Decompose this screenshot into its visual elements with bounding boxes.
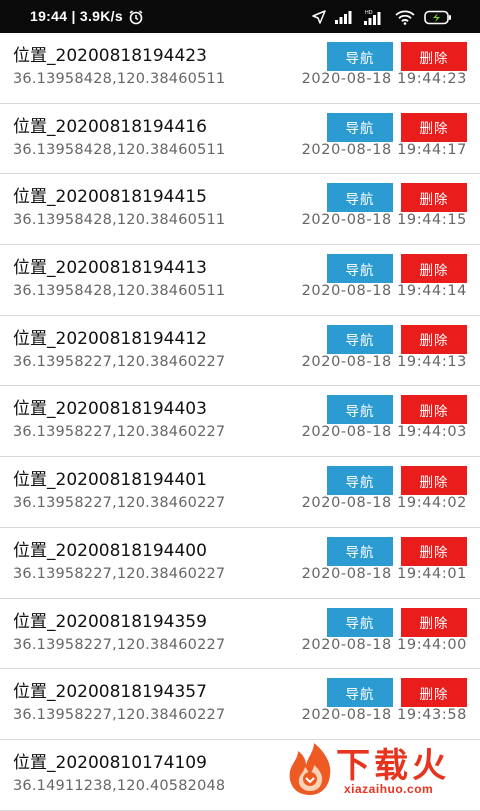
location-coordinates: 36.13958428,120.38460511 <box>13 141 226 158</box>
list-item[interactable]: 位置_20200818194412 36.13958227,120.3846022… <box>0 316 480 387</box>
alarm-icon <box>128 9 144 25</box>
signal-hd-icon: HD <box>364 9 386 25</box>
location-name: 位置_20200818194403 <box>13 399 207 420</box>
navigate-button[interactable]: 导航 <box>327 678 393 708</box>
list-item[interactable]: 位置_20200818194423 36.13958428,120.3846051… <box>0 33 480 104</box>
list-item[interactable]: 位置_20200818194401 36.13958227,120.3846022… <box>0 457 480 528</box>
location-coordinates: 36.13958227,120.38460227 <box>13 424 226 441</box>
location-timestamp: 2020-08-18 19:44:03 <box>301 424 467 441</box>
location-name: 位置_20200818194400 <box>13 540 207 561</box>
status-time-speed: 19:44 | 3.9K/s <box>30 8 123 24</box>
status-bar: 19:44 | 3.9K/s HD <box>0 0 480 33</box>
navigate-button[interactable]: 导航 <box>327 395 393 425</box>
list-item[interactable]: 位置_20200818194359 36.13958227,120.3846022… <box>0 599 480 670</box>
location-name: 位置_20200818194357 <box>13 682 207 703</box>
location-coordinates: 36.13958227,120.38460227 <box>13 707 226 724</box>
flame-logo-icon <box>284 741 336 801</box>
location-name: 位置_20200818194423 <box>13 46 207 66</box>
location-list: 位置_20200818194423 36.13958428,120.3846051… <box>0 33 480 811</box>
list-item[interactable]: 位置_20200818194357 36.13958227,120.3846022… <box>0 669 480 740</box>
location-coordinates: 36.13958227,120.38460227 <box>13 565 226 582</box>
location-timestamp: 2020-08-18 19:44:23 <box>301 71 467 87</box>
navigate-button[interactable]: 导航 <box>327 254 393 284</box>
navigate-button[interactable]: 导航 <box>327 466 393 496</box>
location-arrow-icon <box>312 10 326 24</box>
battery-charging-icon <box>424 10 452 25</box>
location-coordinates: 36.13958428,120.38460511 <box>13 71 226 87</box>
location-timestamp: 2020-08-18 19:44:15 <box>301 212 467 229</box>
navigate-button[interactable]: 导航 <box>327 536 393 566</box>
delete-button[interactable]: 删除 <box>401 112 467 142</box>
location-timestamp: 2020-08-18 19:44:13 <box>301 353 467 370</box>
list-item[interactable]: 位置_20200818194400 36.13958227,120.3846022… <box>0 528 480 599</box>
delete-button[interactable]: 删除 <box>401 395 467 425</box>
svg-text:HD: HD <box>365 10 373 16</box>
navigate-button[interactable]: 导航 <box>327 607 393 637</box>
location-coordinates: 36.13958428,120.38460511 <box>13 283 226 300</box>
delete-button[interactable]: 删除 <box>401 254 467 284</box>
wifi-icon <box>395 10 415 25</box>
location-name: 位置_20200818194412 <box>13 328 207 349</box>
location-timestamp: 2020-08-18 19:44:02 <box>301 495 467 512</box>
delete-button[interactable]: 删除 <box>401 607 467 637</box>
location-name: 位置_20200818194415 <box>13 187 207 208</box>
delete-button[interactable]: 删除 <box>401 42 467 71</box>
delete-button[interactable]: 删除 <box>401 183 467 213</box>
location-name: 位置_20200818194401 <box>13 470 207 491</box>
list-item[interactable]: 位置_20200818194413 36.13958428,120.3846051… <box>0 245 480 316</box>
location-name: 位置_20200818194416 <box>13 116 207 137</box>
location-coordinates: 36.13958227,120.38460227 <box>13 353 226 370</box>
navigate-button[interactable]: 导航 <box>327 324 393 354</box>
location-timestamp: 2020-08-18 19:44:17 <box>301 141 467 158</box>
location-timestamp: 2020-08-18 19:44:14 <box>301 283 467 300</box>
watermark-title: 下载火 <box>336 746 450 786</box>
location-timestamp: 2020-08-18 19:44:01 <box>301 565 467 582</box>
delete-button[interactable]: 删除 <box>401 324 467 354</box>
navigate-button[interactable]: 导航 <box>327 42 393 71</box>
list-item[interactable]: 位置_20200818194415 36.13958428,120.3846051… <box>0 174 480 246</box>
location-timestamp: 2020-08-18 19:43:58 <box>301 707 467 724</box>
watermark-url: xiazaihuo.com <box>344 782 434 796</box>
location-coordinates: 36.13958227,120.38460227 <box>13 495 226 512</box>
list-item[interactable]: 位置_20200818194416 36.13958428,120.3846051… <box>0 104 480 175</box>
status-icons: HD <box>312 8 452 26</box>
location-name: 位置_20200818194359 <box>13 611 207 632</box>
signal-icon <box>335 10 355 24</box>
location-name: 位置_20200818194413 <box>13 258 207 279</box>
list-item[interactable]: 位置_20200818194403 36.13958227,120.3846022… <box>0 386 480 458</box>
navigate-button[interactable]: 导航 <box>327 183 393 213</box>
delete-button[interactable]: 删除 <box>401 466 467 496</box>
delete-button[interactable]: 删除 <box>401 678 467 708</box>
delete-button[interactable]: 删除 <box>401 536 467 566</box>
watermark: 下载火 xiazaihuo.com <box>282 735 480 800</box>
location-timestamp: 2020-08-18 19:44:00 <box>301 636 467 653</box>
location-coordinates: 36.13958428,120.38460511 <box>13 212 226 229</box>
location-coordinates: 36.14911238,120.40582048 <box>13 777 226 794</box>
navigate-button[interactable]: 导航 <box>327 112 393 142</box>
location-coordinates: 36.13958227,120.38460227 <box>13 636 226 653</box>
location-name: 位置_20200810174109 <box>13 752 207 773</box>
